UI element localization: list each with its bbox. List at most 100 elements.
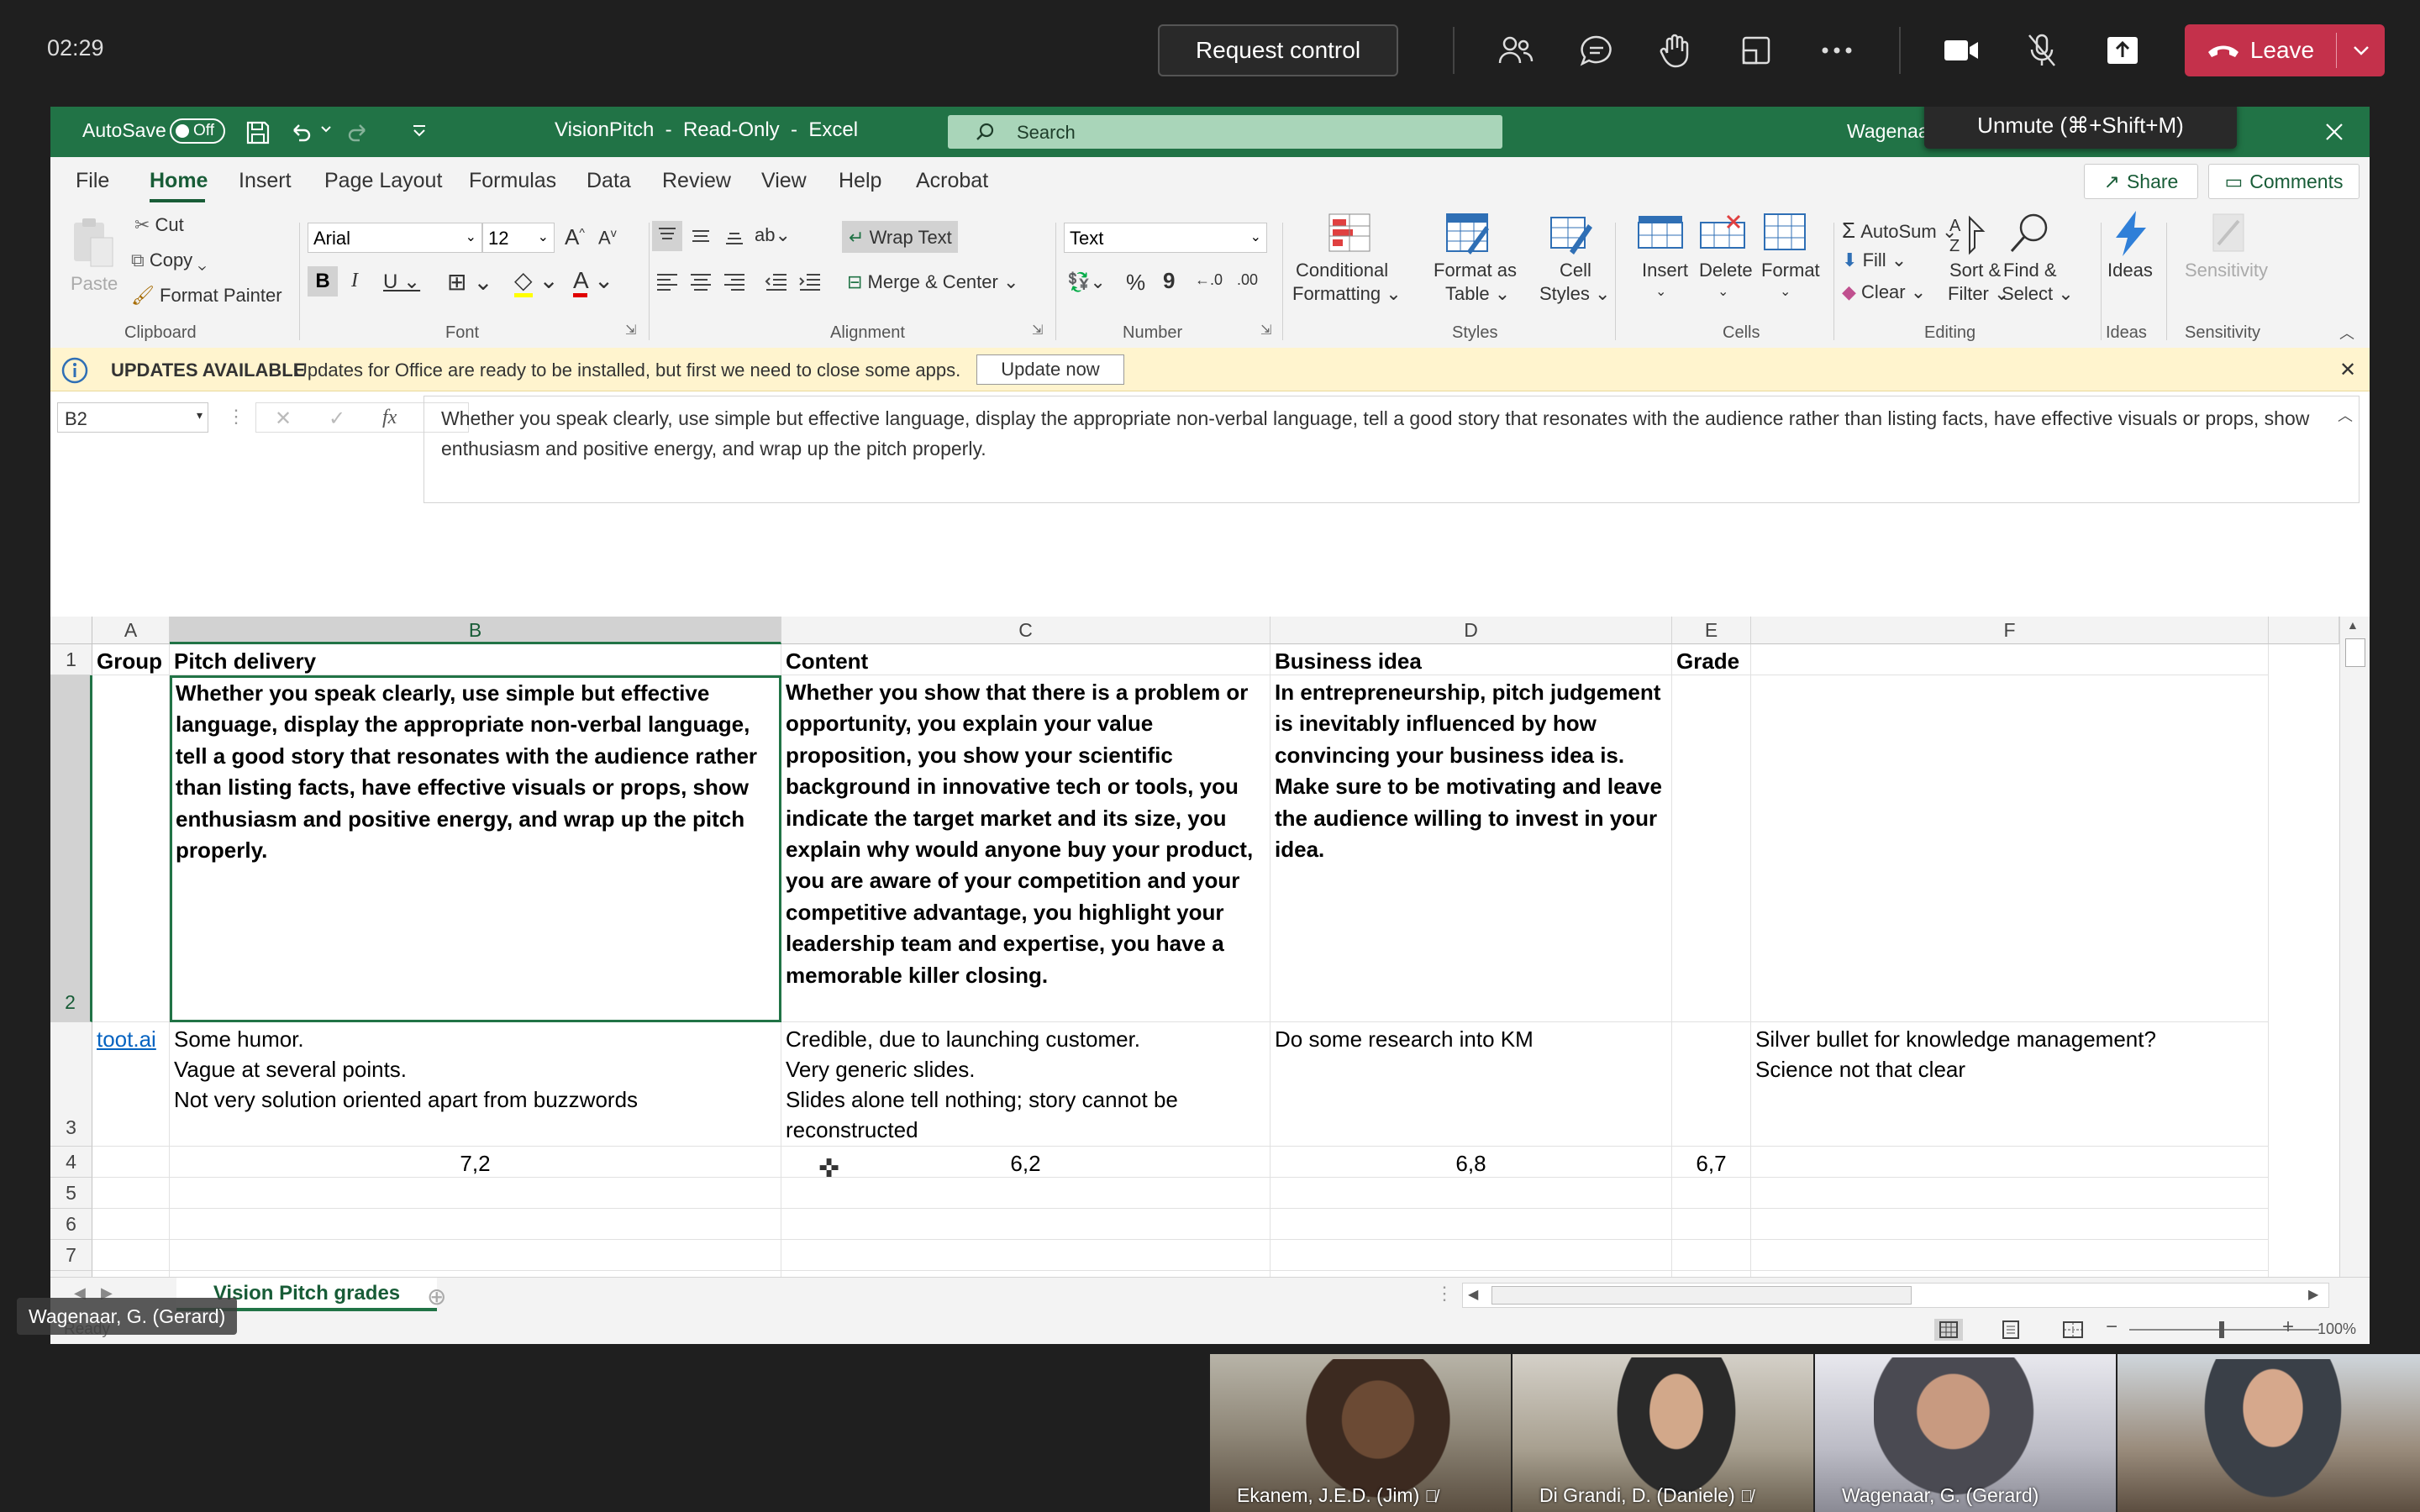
fill-color-icon[interactable]: ◇ ⌄ — [514, 266, 559, 297]
row-header-2[interactable]: 2 — [50, 675, 92, 1022]
tab-help[interactable]: Help — [839, 169, 881, 193]
cell-b5[interactable] — [170, 1178, 781, 1209]
share-button[interactable]: ↗ Share — [2084, 164, 2198, 199]
cell-f3[interactable]: Silver bullet for knowledge management? … — [1751, 1022, 2269, 1147]
zoom-out-icon[interactable]: − — [2106, 1315, 2118, 1339]
page-layout-view-icon[interactable] — [1996, 1319, 2025, 1341]
search-box[interactable]: Search — [948, 115, 1502, 149]
accounting-format-icon[interactable]: 💱⌄ — [1067, 271, 1106, 293]
cell-styles-icon[interactable] — [1548, 211, 1595, 255]
percent-style-icon[interactable]: % — [1126, 270, 1145, 296]
column-header-b[interactable]: B — [170, 617, 781, 644]
merge-center-button[interactable]: ⊟ Merge & Center ⌄ — [847, 271, 1018, 293]
vertical-scroll-thumb[interactable] — [2345, 638, 2365, 667]
cell-a6[interactable] — [92, 1209, 170, 1240]
scroll-right-icon[interactable]: ▶ — [2308, 1286, 2318, 1303]
tab-page-layout[interactable]: Page Layout — [324, 169, 442, 193]
cell-d6[interactable] — [1270, 1209, 1672, 1240]
zoom-slider-thumb[interactable] — [2219, 1321, 2224, 1338]
sort-filter-label-2[interactable]: Filter ⌄ — [1948, 283, 2009, 305]
tab-formulas[interactable]: Formulas — [469, 169, 556, 193]
cell-c5[interactable] — [781, 1178, 1270, 1209]
raise-hand-icon[interactable] — [1655, 34, 1696, 68]
cell-c4[interactable]: 6,2 — [781, 1147, 1270, 1178]
tab-review[interactable]: Review — [662, 169, 731, 193]
autosum-button[interactable]: Σ AutoSum ⌄ — [1842, 218, 1957, 244]
cell-f7[interactable] — [1751, 1240, 2269, 1271]
cell-e7[interactable] — [1672, 1240, 1751, 1271]
participant-video-1[interactable]: Ekanem, J.E.D. (Jim) 🎙̸ — [1210, 1354, 1511, 1512]
collapse-ribbon-icon[interactable]: ︿ — [2339, 322, 2354, 344]
cell-d7[interactable] — [1270, 1240, 1672, 1271]
format-as-table-icon[interactable] — [1444, 211, 1491, 255]
cell-e6[interactable] — [1672, 1209, 1751, 1240]
participant-video-4[interactable] — [2118, 1354, 2420, 1512]
cell-a7[interactable] — [92, 1240, 170, 1271]
cell-f4[interactable] — [1751, 1147, 2269, 1178]
increase-decimal-icon[interactable]: ←.0 — [1195, 271, 1223, 289]
cut-button[interactable]: ✂ Cut — [134, 214, 184, 236]
close-window-icon[interactable] — [2324, 122, 2344, 142]
column-header-a[interactable]: A — [92, 617, 170, 644]
row-header-6[interactable]: 6 — [50, 1209, 92, 1240]
participant-video-3[interactable]: Wagenaar, G. (Gerard) — [1815, 1354, 2116, 1512]
cell-e4[interactable]: 6,7 — [1672, 1147, 1751, 1178]
underline-button[interactable]: U ⌄ — [383, 270, 420, 294]
fill-button[interactable]: ⬇ Fill ⌄ — [1842, 249, 1907, 271]
formula-input[interactable]: Whether you speak clearly, use simple bu… — [424, 396, 2360, 503]
cell-b1[interactable]: Pitch delivery — [170, 644, 781, 675]
bold-button[interactable]: B — [308, 266, 338, 297]
decrease-font-icon[interactable]: Av — [598, 226, 617, 249]
cell-b2-selected[interactable]: Whether you speak clearly, use simple bu… — [170, 675, 781, 1022]
cell-f2[interactable] — [1751, 675, 2269, 1022]
row-header-3[interactable]: 3 — [50, 1022, 92, 1147]
participants-icon[interactable] — [1496, 34, 1536, 67]
borders-icon[interactable]: ⊞ ⌄ — [447, 268, 493, 296]
cell-c1[interactable]: Content — [781, 644, 1270, 675]
update-now-button[interactable]: Update now — [976, 354, 1124, 385]
format-painter-button[interactable]: 🖌 Format Painter — [131, 285, 282, 307]
column-header-f[interactable]: F — [1751, 617, 2269, 644]
cell-d3[interactable]: Do some research into KM — [1270, 1022, 1672, 1147]
column-header-c[interactable]: C — [781, 617, 1270, 644]
leave-options-chevron-icon[interactable] — [2337, 24, 2385, 76]
cell-e3[interactable] — [1672, 1022, 1751, 1147]
font-name-select[interactable]: Arial ⌄ — [308, 223, 482, 253]
cell-f5[interactable] — [1751, 1178, 2269, 1209]
wrap-text-button[interactable]: ↵ Wrap Text — [842, 221, 958, 253]
name-box[interactable]: B2 ▾ — [57, 402, 208, 433]
cell-d4[interactable]: 6,8 — [1270, 1147, 1672, 1178]
zoom-in-icon[interactable]: + — [2282, 1315, 2294, 1339]
insert-cells-label[interactable]: Insert — [1642, 260, 1688, 281]
italic-button[interactable]: I — [351, 270, 358, 292]
cell-c6[interactable] — [781, 1209, 1270, 1240]
tab-home[interactable]: Home — [150, 169, 208, 193]
cell-b3[interactable]: Some humor. Vague at several points. Not… — [170, 1022, 781, 1147]
participant-video-2[interactable]: Di Grandi, D. (Daniele) 🎙̸ — [1512, 1354, 1813, 1512]
page-break-view-icon[interactable] — [2059, 1319, 2087, 1341]
row-header-5[interactable]: 5 — [50, 1178, 92, 1209]
conditional-formatting-label-2[interactable]: Formatting ⌄ — [1292, 283, 1402, 305]
delete-cells-icon[interactable] — [1699, 214, 1746, 253]
ideas-button[interactable]: Ideas — [2107, 260, 2153, 281]
request-control-button[interactable]: Request control — [1158, 24, 1398, 76]
cell-a2[interactable] — [92, 675, 170, 1022]
cell-b7[interactable] — [170, 1240, 781, 1271]
find-select-label-2[interactable]: Select ⌄ — [2002, 283, 2074, 305]
cell-a1[interactable]: Group — [92, 644, 170, 675]
comments-button[interactable]: ▭ Comments — [2208, 164, 2360, 199]
cell-a4[interactable] — [92, 1147, 170, 1178]
add-sheet-icon[interactable]: ⊕ — [427, 1283, 446, 1310]
comma-style-icon[interactable]: 9 — [1163, 268, 1175, 294]
format-cells-label[interactable]: Format — [1761, 260, 1820, 281]
font-dialog-launcher-icon[interactable]: ⇲ — [625, 322, 636, 339]
vertical-scrollbar[interactable]: ▲ ▼ — [2339, 617, 2370, 1344]
customize-toolbar-icon[interactable] — [412, 123, 427, 139]
align-bottom-icon[interactable] — [719, 221, 750, 251]
cell-a5[interactable] — [92, 1178, 170, 1209]
horizontal-scroll-thumb[interactable] — [1491, 1286, 1912, 1305]
cell-c3[interactable]: Credible, due to launching customer. Ver… — [781, 1022, 1270, 1147]
row-header-1[interactable]: 1 — [50, 644, 92, 675]
insert-function-icon[interactable]: fx — [382, 407, 397, 429]
orientation-icon[interactable]: ab⌄ — [755, 224, 791, 246]
